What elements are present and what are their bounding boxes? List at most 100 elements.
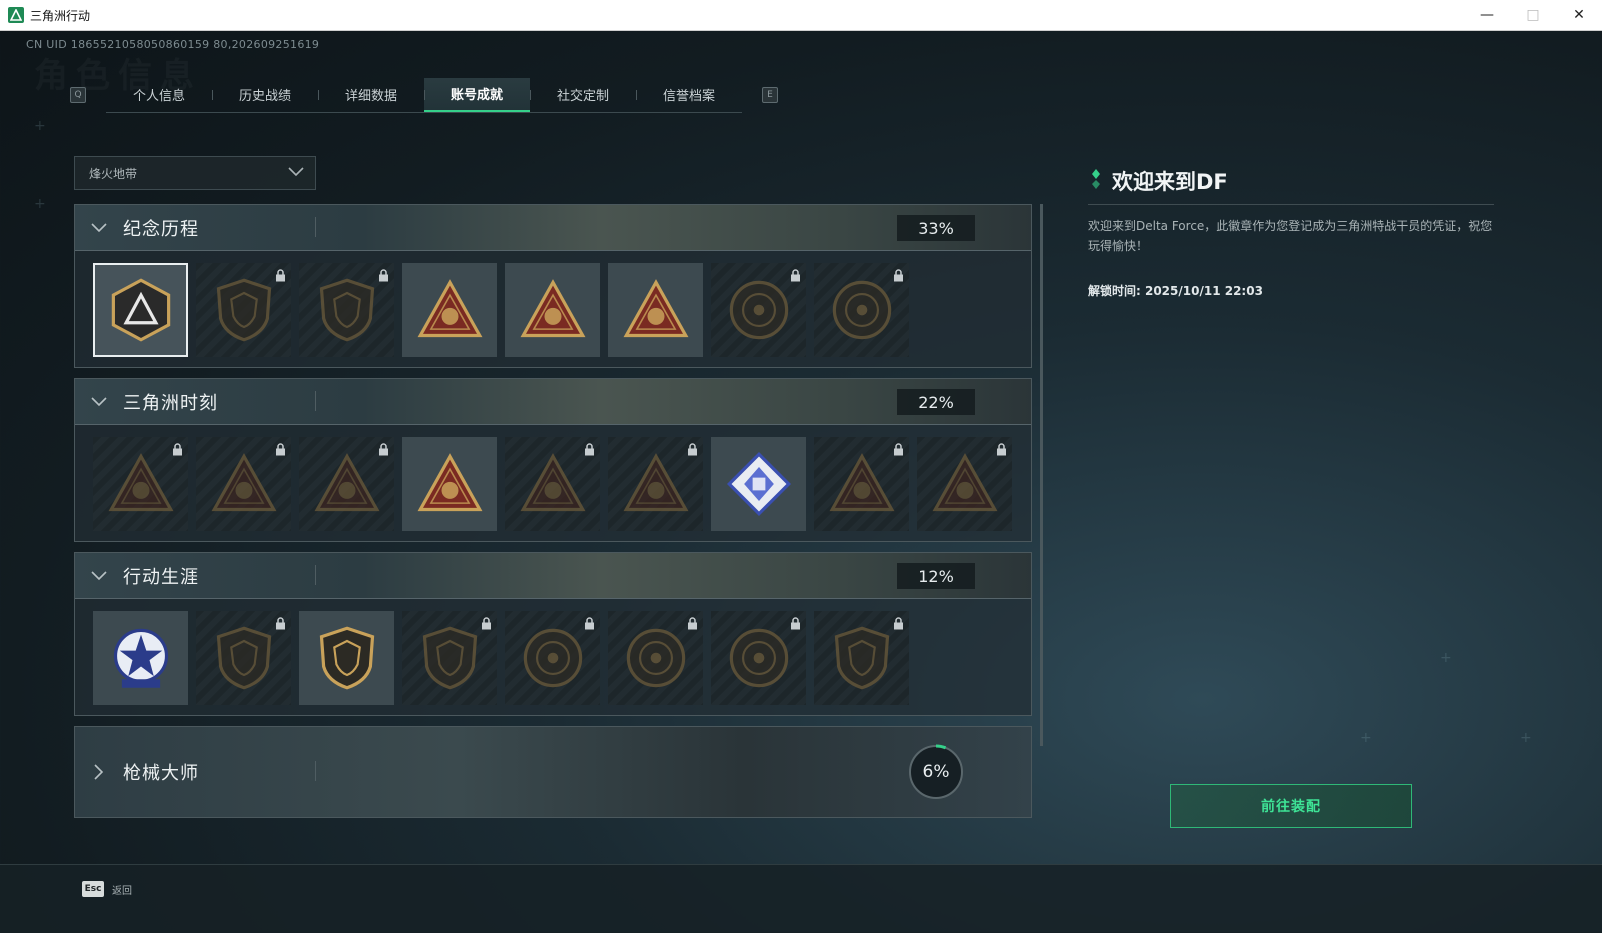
- app-logo-icon: [8, 7, 24, 23]
- number-1-triangle-icon: [505, 263, 600, 357]
- back-label[interactable]: 返回: [112, 882, 132, 897]
- crosshair-deco-icon: +: [34, 196, 46, 212]
- badge-beast-triangle[interactable]: [505, 437, 600, 531]
- tab-row: 个人信息 历史战绩 详细数据 账号成就 社交定制 信誉档案: [106, 77, 742, 113]
- section-divider: [315, 761, 316, 781]
- lock-icon: [687, 441, 698, 460]
- achievement-section: 三角洲时刻 22%: [74, 378, 1032, 542]
- chevron-down-icon: [287, 165, 305, 182]
- badge-number-1-triangle[interactable]: [505, 263, 600, 357]
- badge-eye-emblem[interactable]: [711, 611, 806, 705]
- minimize-icon[interactable]: —: [1464, 0, 1510, 30]
- tab-bar: Q 个人信息 历史战绩 详细数据 账号成就 社交定制 信誉档案 E: [70, 76, 778, 114]
- section-header[interactable]: 枪械大师 6%: [75, 727, 1031, 817]
- section-divider: [315, 217, 316, 237]
- badge-helicopter[interactable]: [196, 263, 291, 357]
- delta-logo-icon: [95, 265, 186, 355]
- badge-gear-seal[interactable]: [814, 263, 909, 357]
- mode-select[interactable]: 烽火地带: [74, 156, 316, 190]
- badge-tech-triangle[interactable]: [299, 437, 394, 531]
- tab-item[interactable]: 详细数据: [318, 78, 424, 112]
- badge-crosshair-emblem[interactable]: [608, 611, 703, 705]
- section-header[interactable]: 纪念历程 33%: [75, 205, 1031, 251]
- detail-divider: [1088, 204, 1494, 205]
- badge-dragon-triangle[interactable]: [608, 437, 703, 531]
- section-header[interactable]: 三角洲时刻 22%: [75, 379, 1031, 425]
- tab-item[interactable]: 信誉档案: [636, 78, 742, 112]
- badge-shield-emblem[interactable]: [299, 263, 394, 357]
- section-title: 三角洲时刻: [123, 392, 218, 414]
- badge-soldier-triangle[interactable]: [93, 437, 188, 531]
- progress-ring: 6%: [907, 743, 965, 801]
- cube-diamond-icon: [711, 437, 806, 531]
- squad-triangle-icon: [402, 437, 497, 531]
- lock-icon: [172, 441, 183, 460]
- detail-title: 欢迎来到DF: [1112, 170, 1228, 194]
- lock-icon: [275, 441, 286, 460]
- detail-unlock-time: 解锁时间: 2025/10/11 22:03: [1088, 284, 1263, 298]
- section-divider: [315, 391, 316, 411]
- lock-icon: [996, 441, 1007, 460]
- section-percent: 22%: [897, 389, 975, 415]
- lock-icon: [687, 615, 698, 634]
- maximize-icon[interactable]: □: [1510, 0, 1556, 30]
- number-2-triangle-icon: [608, 263, 703, 357]
- section-percent: 6%: [922, 762, 950, 782]
- badge-star-wreath[interactable]: [93, 611, 188, 705]
- tab-item[interactable]: 账号成就: [424, 77, 530, 112]
- achievement-section: 纪念历程 33%: [74, 204, 1032, 368]
- badge-number-2-triangle[interactable]: [608, 263, 703, 357]
- lock-icon: [481, 615, 492, 634]
- chevron-down-icon[interactable]: [75, 570, 123, 582]
- lock-icon: [275, 615, 286, 634]
- badge-hex-shield[interactable]: [402, 611, 497, 705]
- badge-skull-triangle[interactable]: [917, 437, 1012, 531]
- footer-bar: Esc 返回: [0, 864, 1602, 933]
- section-title: 纪念历程: [123, 218, 199, 240]
- lock-icon: [893, 267, 904, 286]
- detail-header: 欢迎来到DF: [1090, 166, 1228, 196]
- tab-item[interactable]: 历史战绩: [212, 78, 318, 112]
- lock-icon: [893, 441, 904, 460]
- tab-item[interactable]: 社交定制: [530, 78, 636, 112]
- esc-key[interactable]: Esc: [82, 881, 104, 897]
- list-scrollbar[interactable]: [1040, 204, 1043, 746]
- crosshair-deco-icon: +: [1440, 650, 1452, 666]
- star-wreath-icon: [93, 611, 188, 705]
- lock-icon: [584, 441, 595, 460]
- lock-icon: [584, 615, 595, 634]
- badge-disc-emblem[interactable]: [505, 611, 600, 705]
- lock-icon: [378, 267, 389, 286]
- section-title: 行动生涯: [123, 566, 199, 588]
- eagle-triangle-icon: [402, 263, 497, 357]
- lock-icon: [378, 441, 389, 460]
- badge-wolf-shield[interactable]: [814, 611, 909, 705]
- badge-chevron-shield[interactable]: [196, 611, 291, 705]
- tab-next-key[interactable]: E: [762, 87, 778, 103]
- lock-icon: [893, 615, 904, 634]
- equip-button[interactable]: 前往装配: [1170, 784, 1412, 828]
- badge-fox-triangle[interactable]: [814, 437, 909, 531]
- badge-delta-logo[interactable]: [93, 263, 188, 357]
- lock-icon: [790, 615, 801, 634]
- split-shield-icon: [299, 611, 394, 705]
- tab-prev-key[interactable]: Q: [70, 87, 86, 103]
- chevron-down-icon[interactable]: [75, 222, 123, 234]
- badge-split-shield[interactable]: [299, 611, 394, 705]
- window-title: 三角洲行动: [30, 8, 91, 23]
- badge-runner-triangle[interactable]: [196, 437, 291, 531]
- section-title: 枪械大师: [123, 763, 199, 784]
- uid-text: CN UID 1865521058050860159 80,2026092516…: [26, 38, 320, 51]
- badge-squad-triangle[interactable]: [402, 437, 497, 531]
- tab-item[interactable]: 个人信息: [106, 78, 212, 112]
- badge-round-seal[interactable]: [711, 263, 806, 357]
- chevron-down-icon[interactable]: [75, 396, 123, 408]
- section-percent: 12%: [897, 563, 975, 589]
- section-header[interactable]: 行动生涯 12%: [75, 553, 1031, 599]
- badge-grid: [75, 599, 1031, 715]
- badge-cube-diamond[interactable]: [711, 437, 806, 531]
- close-icon[interactable]: ✕: [1556, 0, 1602, 30]
- badge-eagle-triangle[interactable]: [402, 263, 497, 357]
- section-percent: 33%: [897, 215, 975, 241]
- chevron-right-icon[interactable]: [75, 763, 123, 781]
